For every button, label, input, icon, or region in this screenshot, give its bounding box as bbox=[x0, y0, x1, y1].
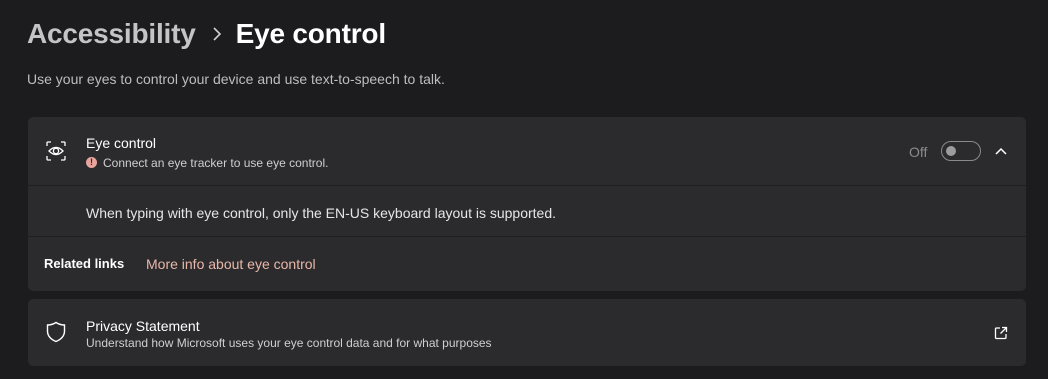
chevron-up-icon[interactable] bbox=[993, 143, 1009, 159]
eye-control-header-row[interactable]: Eye control ! Connect an eye tracker to … bbox=[28, 117, 1026, 185]
eye-control-card: Eye control ! Connect an eye tracker to … bbox=[28, 117, 1026, 291]
related-links-label: Related links bbox=[44, 256, 125, 271]
keyboard-layout-note: When typing with eye control, only the E… bbox=[86, 205, 557, 221]
privacy-statement-card[interactable]: Privacy Statement Understand how Microso… bbox=[28, 299, 1026, 366]
eye-control-title: Eye control bbox=[86, 135, 157, 151]
page-title: Eye control bbox=[235, 18, 386, 49]
chevron-right-icon bbox=[212, 27, 222, 41]
more-info-link[interactable]: More info about eye control bbox=[146, 256, 316, 272]
divider bbox=[28, 185, 1026, 186]
privacy-statement-description: Understand how Microsoft uses your eye c… bbox=[86, 336, 492, 350]
breadcrumb: Accessibility Eye control bbox=[27, 14, 386, 54]
eye-control-warning: Connect an eye tracker to use eye contro… bbox=[103, 156, 329, 170]
page-description: Use your eyes to control your device and… bbox=[27, 71, 445, 87]
breadcrumb-accessibility[interactable]: Accessibility bbox=[27, 18, 196, 50]
settings-page: Accessibility Eye control Use your eyes … bbox=[0, 0, 1048, 379]
toggle-knob bbox=[946, 146, 956, 156]
divider bbox=[28, 236, 1026, 237]
toggle-state-label: Off bbox=[909, 144, 928, 160]
warning-dot-icon: ! bbox=[86, 157, 97, 168]
eye-control-toggle[interactable] bbox=[941, 141, 981, 161]
external-link-icon[interactable] bbox=[993, 325, 1009, 341]
privacy-statement-title: Privacy Statement bbox=[86, 318, 200, 334]
shield-icon bbox=[44, 320, 68, 344]
eye-control-icon bbox=[44, 139, 68, 163]
